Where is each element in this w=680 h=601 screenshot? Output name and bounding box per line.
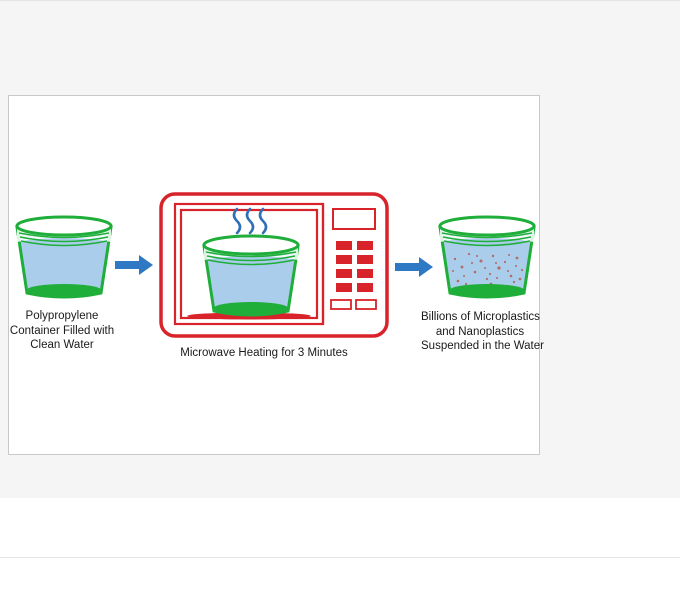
- caption-line: Billions of Microplastics: [421, 311, 540, 323]
- arrow-right-icon: [395, 257, 433, 277]
- caption-clean-water: Polypropylene Container Filled with Clea…: [9, 309, 115, 353]
- caption-line: Container Filled with: [9, 324, 115, 337]
- container-clean-water: [15, 215, 113, 299]
- caption-line: Polypropylene: [25, 310, 99, 322]
- diagram-figure: Polypropylene Container Filled with Clea…: [8, 95, 544, 455]
- container-with-microplastics: [438, 215, 536, 299]
- container-heating: [202, 234, 300, 317]
- caption-microwave-heating: Microwave Heating for 3 Minutes: [159, 346, 369, 361]
- caption-line: Clean Water: [30, 339, 94, 351]
- diagram-canvas: [15, 192, 536, 338]
- arrow-right-icon: [115, 255, 153, 275]
- divider-line: [0, 557, 680, 558]
- caption-line: and Nanoplastics: [435, 325, 525, 338]
- caption-line: Microwave Heating for 3 Minutes: [180, 347, 348, 359]
- caption-line: Suspended in the Water: [421, 340, 544, 352]
- caption-microplastics: Billions of Microplastics and Nanoplasti…: [421, 310, 544, 354]
